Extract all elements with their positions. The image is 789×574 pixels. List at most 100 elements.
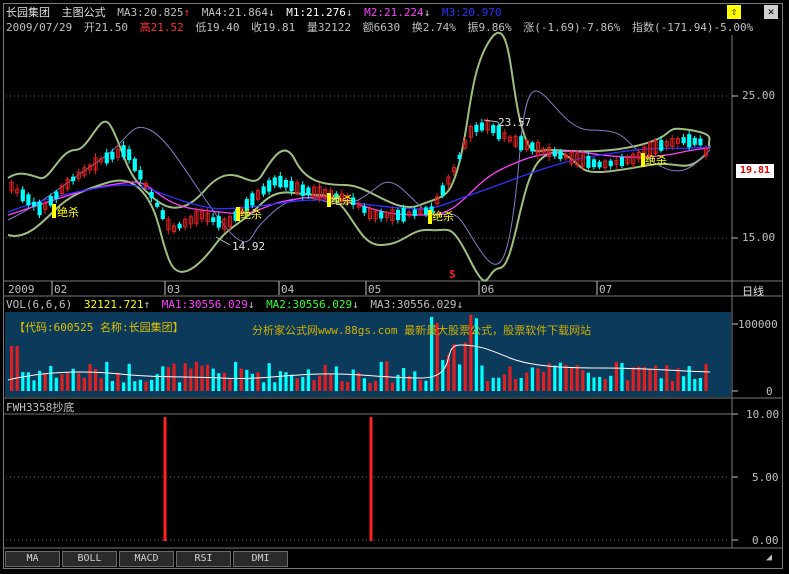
volume-value: 32121.721 bbox=[83, 298, 144, 311]
high-annotation: 23.57 bbox=[498, 116, 532, 129]
candle-body bbox=[216, 216, 221, 228]
volume-bar bbox=[250, 373, 254, 391]
candle-body bbox=[591, 159, 597, 168]
volume-bar bbox=[110, 381, 114, 391]
volume-bar bbox=[626, 380, 630, 391]
code-label: 【代码:600525 名称:长园集团】 bbox=[14, 321, 184, 334]
volume-bar bbox=[60, 374, 64, 391]
candle-body bbox=[608, 160, 613, 167]
volume-header: VOL(6,6,6) 32121.721↑ MA1:30556.029↓ MA2… bbox=[6, 298, 464, 311]
time-axis-year: 2009 bbox=[8, 283, 35, 296]
tab-dmi[interactable]: DMI bbox=[233, 551, 288, 567]
volume-bar bbox=[586, 372, 590, 391]
volume-bar bbox=[480, 365, 484, 391]
volume-bar bbox=[441, 360, 445, 391]
candle-body bbox=[155, 202, 160, 207]
volume-bar bbox=[133, 381, 137, 391]
volume-bar bbox=[351, 369, 355, 391]
candle-body bbox=[121, 145, 126, 158]
candle-body bbox=[619, 157, 625, 167]
volume-bar bbox=[329, 374, 333, 391]
volume-bar bbox=[564, 364, 568, 391]
tab-boll[interactable]: BOLL bbox=[62, 551, 117, 567]
volume-bar bbox=[323, 364, 327, 391]
low-annotation: 14.92 bbox=[232, 240, 266, 253]
volume-bar bbox=[368, 382, 372, 391]
candle-body bbox=[26, 194, 31, 206]
volume-bar bbox=[642, 367, 646, 391]
volume-bar bbox=[49, 365, 53, 391]
candle-body bbox=[54, 191, 59, 199]
volume-bar bbox=[424, 380, 428, 391]
candle-body bbox=[491, 125, 496, 133]
volume-bar bbox=[676, 368, 680, 391]
volume-bar bbox=[598, 376, 602, 391]
candle-body bbox=[110, 151, 115, 160]
candle-body bbox=[306, 187, 311, 195]
candle-body bbox=[379, 211, 384, 219]
period-selector[interactable]: 日线 bbox=[742, 283, 764, 299]
volume-bar bbox=[665, 365, 669, 391]
candle-body bbox=[261, 186, 266, 195]
volume-bar bbox=[458, 364, 462, 391]
volume-bar bbox=[99, 378, 103, 391]
indicator-axis-10: 10.00 bbox=[746, 408, 780, 421]
volume-bar bbox=[273, 382, 277, 391]
volume-bar bbox=[194, 361, 198, 391]
volume-bar bbox=[362, 378, 366, 391]
indicator-axis-5: 5.00 bbox=[752, 471, 779, 484]
volume-bar bbox=[166, 367, 170, 391]
volume-bar bbox=[693, 379, 697, 391]
time-axis-apr: 04 bbox=[281, 283, 295, 296]
tab-ma[interactable]: MA bbox=[5, 551, 60, 567]
indicator-axis-0: 0.00 bbox=[752, 534, 779, 547]
candle-body bbox=[401, 207, 406, 222]
scroll-right-icon[interactable]: ◢ bbox=[766, 552, 778, 566]
signal-label: 绝杀 bbox=[240, 208, 262, 221]
candle-body bbox=[283, 180, 289, 188]
tab-rsi[interactable]: RSI bbox=[176, 551, 231, 567]
candle-body bbox=[289, 180, 294, 192]
volume-bar bbox=[631, 367, 635, 391]
volume-bar bbox=[122, 382, 126, 391]
volume-bar bbox=[609, 375, 613, 391]
volume-bar bbox=[256, 372, 260, 391]
candle-body bbox=[457, 154, 462, 160]
volume-bar bbox=[575, 365, 579, 391]
indicator-title: FWH3358抄底 bbox=[6, 401, 75, 414]
volume-bar bbox=[390, 382, 394, 391]
candle-body bbox=[272, 177, 277, 186]
candle-body bbox=[440, 185, 445, 196]
volume-bar bbox=[704, 363, 708, 391]
volume-bar bbox=[32, 380, 36, 391]
sell-signal-label: S bbox=[449, 268, 456, 281]
time-axis-jun: 06 bbox=[481, 283, 495, 296]
candle-body bbox=[300, 184, 305, 196]
candle-body bbox=[692, 137, 697, 145]
volume-bar bbox=[222, 372, 226, 391]
tab-macd[interactable]: MACD bbox=[119, 551, 174, 567]
candle-body bbox=[474, 124, 479, 132]
time-axis-mar: 03 bbox=[167, 283, 181, 296]
time-axis-feb: 02 bbox=[54, 283, 68, 296]
candle-body bbox=[160, 210, 165, 219]
volume-bar bbox=[620, 362, 624, 391]
volume-bar bbox=[687, 366, 691, 391]
volume-bar bbox=[413, 371, 417, 391]
volume-bar bbox=[10, 346, 14, 391]
volume-bar bbox=[138, 379, 142, 391]
candle-body bbox=[267, 180, 272, 192]
volume-bar bbox=[82, 377, 86, 391]
volume-bar bbox=[234, 361, 238, 391]
volume-bar bbox=[161, 366, 165, 391]
volume-bar bbox=[228, 379, 232, 391]
volume-bar bbox=[637, 366, 641, 391]
volume-bar bbox=[284, 372, 288, 391]
volume-bar bbox=[659, 378, 663, 391]
candle-body bbox=[687, 134, 692, 148]
volume-bar bbox=[239, 368, 243, 391]
candle-body bbox=[412, 209, 417, 217]
volume-bar bbox=[295, 378, 299, 391]
main-chart-svg bbox=[4, 31, 782, 549]
signal-label: 绝杀 bbox=[645, 154, 667, 167]
